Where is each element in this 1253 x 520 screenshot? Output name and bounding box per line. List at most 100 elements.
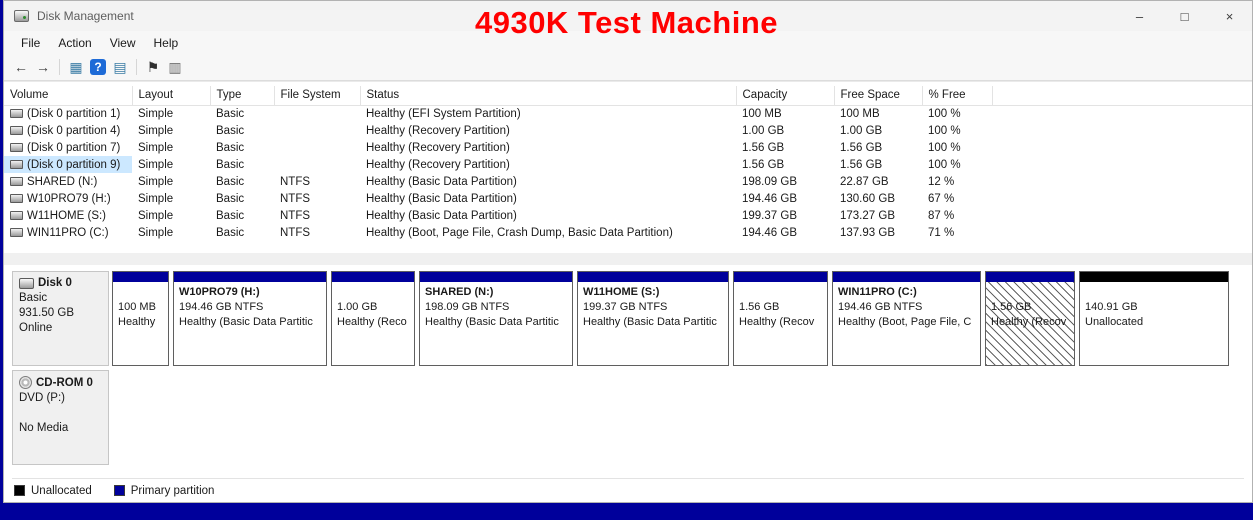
cell-filler — [992, 122, 1252, 139]
volume-row[interactable]: SHARED (N:) Simple Basic NTFS Healthy (Basic… — [4, 173, 1252, 190]
volume-name: (Disk 0 partition 1) — [27, 107, 121, 120]
properties-icon[interactable]: ▥ — [164, 57, 186, 77]
volume-icon — [10, 159, 23, 169]
legend-item: Unallocated — [14, 485, 92, 497]
volume-name-cell[interactable]: W10PRO79 (H:) — [4, 190, 132, 207]
pane-splitter[interactable] — [4, 253, 1252, 265]
partition-size: 100 MB — [118, 301, 156, 313]
volume-name-cell[interactable]: SHARED (N:) — [4, 173, 132, 190]
disk0-row: Disk 0 Basic 931.50 GB Online 100 MB Heal… — [12, 271, 1244, 366]
partition-size: 198.09 GB NTFS — [425, 301, 510, 313]
volume-row[interactable]: W11HOME (S:) Simple Basic NTFS Healthy (Basi… — [4, 207, 1252, 224]
column-header--free[interactable]: % Free — [922, 86, 993, 106]
partition-name: SHARED (N:) — [425, 286, 494, 298]
partition-info: W10PRO79 (H:) 194.46 GB NTFS Healthy (Basi… — [174, 282, 326, 365]
console-tree-icon[interactable]: ▦ — [65, 57, 87, 77]
volume-icon — [10, 108, 23, 118]
maximize-button[interactable]: □ — [1162, 2, 1207, 31]
volume-name-cell[interactable]: WIN11PRO (C:) — [4, 224, 132, 241]
close-button[interactable]: × — [1207, 2, 1252, 31]
column-header-capacity[interactable]: Capacity — [736, 86, 835, 106]
partition-block[interactable]: WIN11PRO (C:) 194.46 GB NTFS Healthy (Boot… — [832, 271, 981, 366]
cell-type: Basic — [216, 226, 245, 239]
partition-block[interactable]: W11HOME (S:) 199.37 GB NTFS Healthy (Basic… — [577, 271, 729, 366]
back-icon[interactable]: ← — [10, 57, 32, 77]
partition-status: Unallocated — [1085, 316, 1144, 328]
cell-type: Basic — [216, 175, 245, 188]
volume-row[interactable]: (Disk 0 partition 1) Simple Basic Healthy (… — [4, 105, 1252, 122]
column-header-file-system[interactable]: File System — [274, 86, 361, 106]
partition-size: 140.91 GB — [1085, 301, 1138, 313]
volume-row[interactable]: (Disk 0 partition 7) Simple Basic Healthy (… — [4, 139, 1252, 156]
partition-block[interactable]: 1.00 GB Healthy (Reco — [331, 271, 415, 366]
cdrom-label-pane[interactable]: CD-ROM 0 DVD (P:) No Media — [12, 370, 109, 465]
column-header-volume[interactable]: Volume — [4, 86, 133, 106]
menu-file[interactable]: File — [12, 34, 49, 52]
partition-status: Healthy (Reco — [337, 316, 407, 328]
partition-name: WIN11PRO (C:) — [838, 286, 917, 298]
cell-layout: Simple — [138, 141, 174, 154]
cell-filler — [992, 224, 1252, 241]
volume-table-body: (Disk 0 partition 1) Simple Basic Healthy (… — [4, 105, 1252, 241]
partition-info: 1.00 GB Healthy (Reco — [332, 282, 414, 365]
forward-icon[interactable]: → — [32, 57, 54, 77]
volume-row[interactable]: (Disk 0 partition 4) Simple Basic Healthy (… — [4, 122, 1252, 139]
cell-type: Basic — [216, 209, 245, 222]
cell-free-space: 173.27 GB — [840, 209, 895, 222]
column-header-status[interactable]: Status — [360, 86, 737, 106]
cdrom-media: DVD (P:) — [19, 392, 65, 404]
partition-status: Healthy (Basic Data Partitic — [179, 316, 313, 328]
partition-block[interactable]: SHARED (N:) 198.09 GB NTFS Healthy (Basic … — [419, 271, 573, 366]
volume-name-cell[interactable]: W11HOME (S:) — [4, 207, 132, 224]
menu-view[interactable]: View — [101, 34, 145, 52]
partition-status: Healthy (Basic Data Partitic — [425, 316, 559, 328]
titlebar[interactable]: Disk Management – □ × — [4, 1, 1252, 31]
cell-pct-free: 71 % — [928, 226, 955, 239]
volume-name: W10PRO79 (H:) — [27, 192, 111, 205]
legend-label: Primary partition — [130, 484, 215, 497]
partition-block[interactable]: 1.56 GB Healthy (Recov — [733, 271, 828, 366]
details-view-icon[interactable]: ▤ — [109, 57, 131, 77]
cell-status: Healthy (Recovery Partition) — [366, 124, 510, 137]
column-header-type[interactable]: Type — [210, 86, 275, 106]
cell-status: Healthy (Boot, Page File, Crash Dump, Ba… — [366, 226, 673, 239]
partition-name — [118, 285, 163, 300]
volume-name-cell[interactable]: (Disk 0 partition 4) — [4, 122, 132, 139]
volume-row[interactable]: (Disk 0 partition 9) Simple Basic Healthy (… — [4, 156, 1252, 173]
cell-pct-free: 100 % — [928, 158, 961, 171]
partition-block[interactable]: 1.56 GB Healthy (Recov — [985, 271, 1075, 366]
minimize-button[interactable]: – — [1117, 2, 1162, 31]
column-header-free-space[interactable]: Free Space — [834, 86, 923, 106]
cell-filler — [992, 139, 1252, 156]
column-header-layout[interactable]: Layout — [132, 86, 211, 106]
app-icon — [14, 10, 29, 22]
volume-name-cell[interactable]: (Disk 0 partition 9) — [4, 156, 132, 173]
disk0-partitions: 100 MB Healthy W10PRO79 (H:) 194.46 GB NTFS… — [112, 271, 1244, 366]
volume-name-cell[interactable]: (Disk 0 partition 7) — [4, 139, 132, 156]
volume-table: Volume Layout Type File System Status Capacit… — [4, 86, 1252, 241]
column-header-filler — [992, 86, 1252, 106]
toolbar: ← → ▦? ▤ ⚑ ▥ — [4, 54, 1252, 81]
cell-capacity: 194.46 GB — [742, 226, 797, 239]
volume-icon — [10, 125, 23, 135]
legend-swatch — [113, 485, 125, 496]
volume-row[interactable]: W10PRO79 (H:) Simple Basic NTFS Healthy (Bas… — [4, 190, 1252, 207]
volume-row[interactable]: WIN11PRO (C:) Simple Basic NTFS Healthy (Boo… — [4, 224, 1252, 241]
menu-help[interactable]: Help — [145, 34, 188, 52]
partition-block[interactable]: W10PRO79 (H:) 194.46 GB NTFS Healthy (Basi… — [173, 271, 327, 366]
action-pane-icon[interactable]: ⚑ — [142, 57, 164, 77]
help-icon[interactable]: ? — [90, 59, 106, 75]
partition-size: 194.46 GB NTFS — [838, 301, 923, 313]
unallocated-block[interactable]: 140.91 GB Unallocated — [1079, 271, 1229, 366]
cell-capacity: 1.56 GB — [742, 141, 785, 154]
partition-status: Healthy — [118, 316, 156, 328]
volume-name-cell[interactable]: (Disk 0 partition 1) — [4, 105, 132, 122]
disk0-label-pane[interactable]: Disk 0 Basic 931.50 GB Online — [12, 271, 109, 366]
menu-action[interactable]: Action — [49, 34, 100, 52]
partition-block[interactable]: 100 MB Healthy — [112, 271, 169, 366]
cell-capacity: 1.56 GB — [742, 158, 785, 171]
volume-icon — [10, 193, 23, 203]
legend-item: Primary partition — [113, 484, 215, 497]
toolbar-separator — [59, 59, 60, 75]
cell-layout: Simple — [138, 124, 174, 137]
